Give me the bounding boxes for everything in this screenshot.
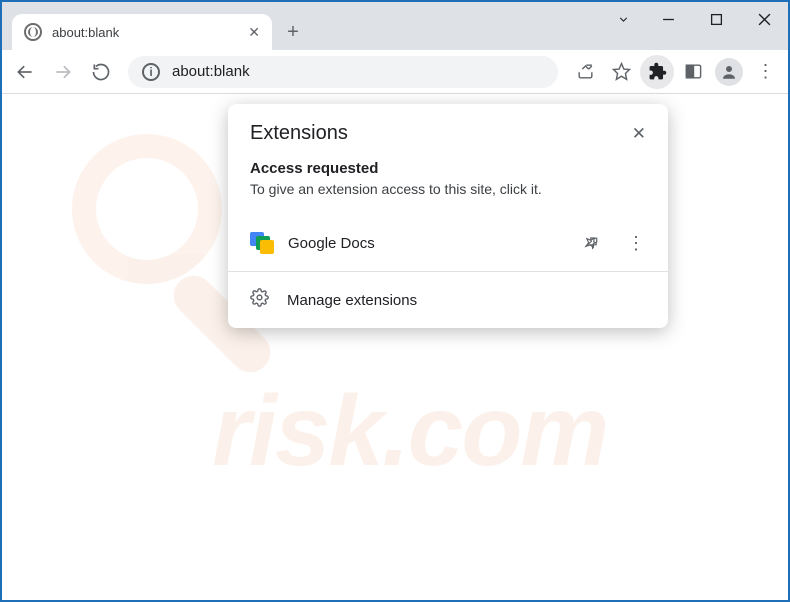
tab-close-icon[interactable]: ✕: [248, 24, 260, 41]
extensions-popup: Extensions ✕ Access requested To give an…: [228, 104, 668, 328]
address-bar[interactable]: i about:blank: [128, 56, 558, 88]
extensions-puzzle-icon[interactable]: [640, 55, 674, 89]
access-requested-description: To give an extension access to this site…: [250, 181, 646, 197]
back-button[interactable]: [8, 55, 42, 89]
more-options-icon[interactable]: ⋮: [622, 229, 650, 257]
titlebar: about:blank ✕ +: [2, 2, 788, 50]
manage-extensions-button[interactable]: Manage extensions: [228, 272, 668, 328]
chevron-down-icon[interactable]: [602, 2, 644, 36]
page-content: risk.com Extensions ✕ Access requested T…: [2, 94, 788, 600]
google-docs-icon: [250, 232, 272, 254]
new-tab-button[interactable]: +: [278, 17, 308, 47]
close-window-button[interactable]: [740, 2, 788, 36]
pin-icon[interactable]: [578, 229, 606, 257]
bookmark-star-icon[interactable]: [604, 55, 638, 89]
kebab-menu-icon[interactable]: ⋮: [748, 55, 782, 89]
globe-icon: [24, 23, 42, 41]
toolbar: i about:blank ⋮: [2, 50, 788, 94]
forward-button[interactable]: [46, 55, 80, 89]
manage-extensions-label: Manage extensions: [287, 292, 417, 309]
site-info-icon[interactable]: i: [142, 63, 160, 81]
access-requested-heading: Access requested: [250, 160, 646, 177]
browser-tab[interactable]: about:blank ✕: [12, 14, 272, 50]
extension-name: Google Docs: [288, 235, 562, 252]
address-text: about:blank: [172, 63, 250, 80]
popup-close-icon[interactable]: ✕: [628, 122, 650, 146]
minimize-button[interactable]: [644, 2, 692, 36]
sidepanel-icon[interactable]: [676, 55, 710, 89]
profile-avatar[interactable]: [712, 55, 746, 89]
popup-title: Extensions: [250, 122, 348, 145]
share-icon[interactable]: [568, 55, 602, 89]
reload-button[interactable]: [84, 55, 118, 89]
maximize-button[interactable]: [692, 2, 740, 36]
gear-icon: [250, 288, 269, 312]
window-controls: [602, 2, 788, 36]
extension-row[interactable]: Google Docs ⋮: [228, 215, 668, 271]
tab-title: about:blank: [52, 25, 238, 40]
